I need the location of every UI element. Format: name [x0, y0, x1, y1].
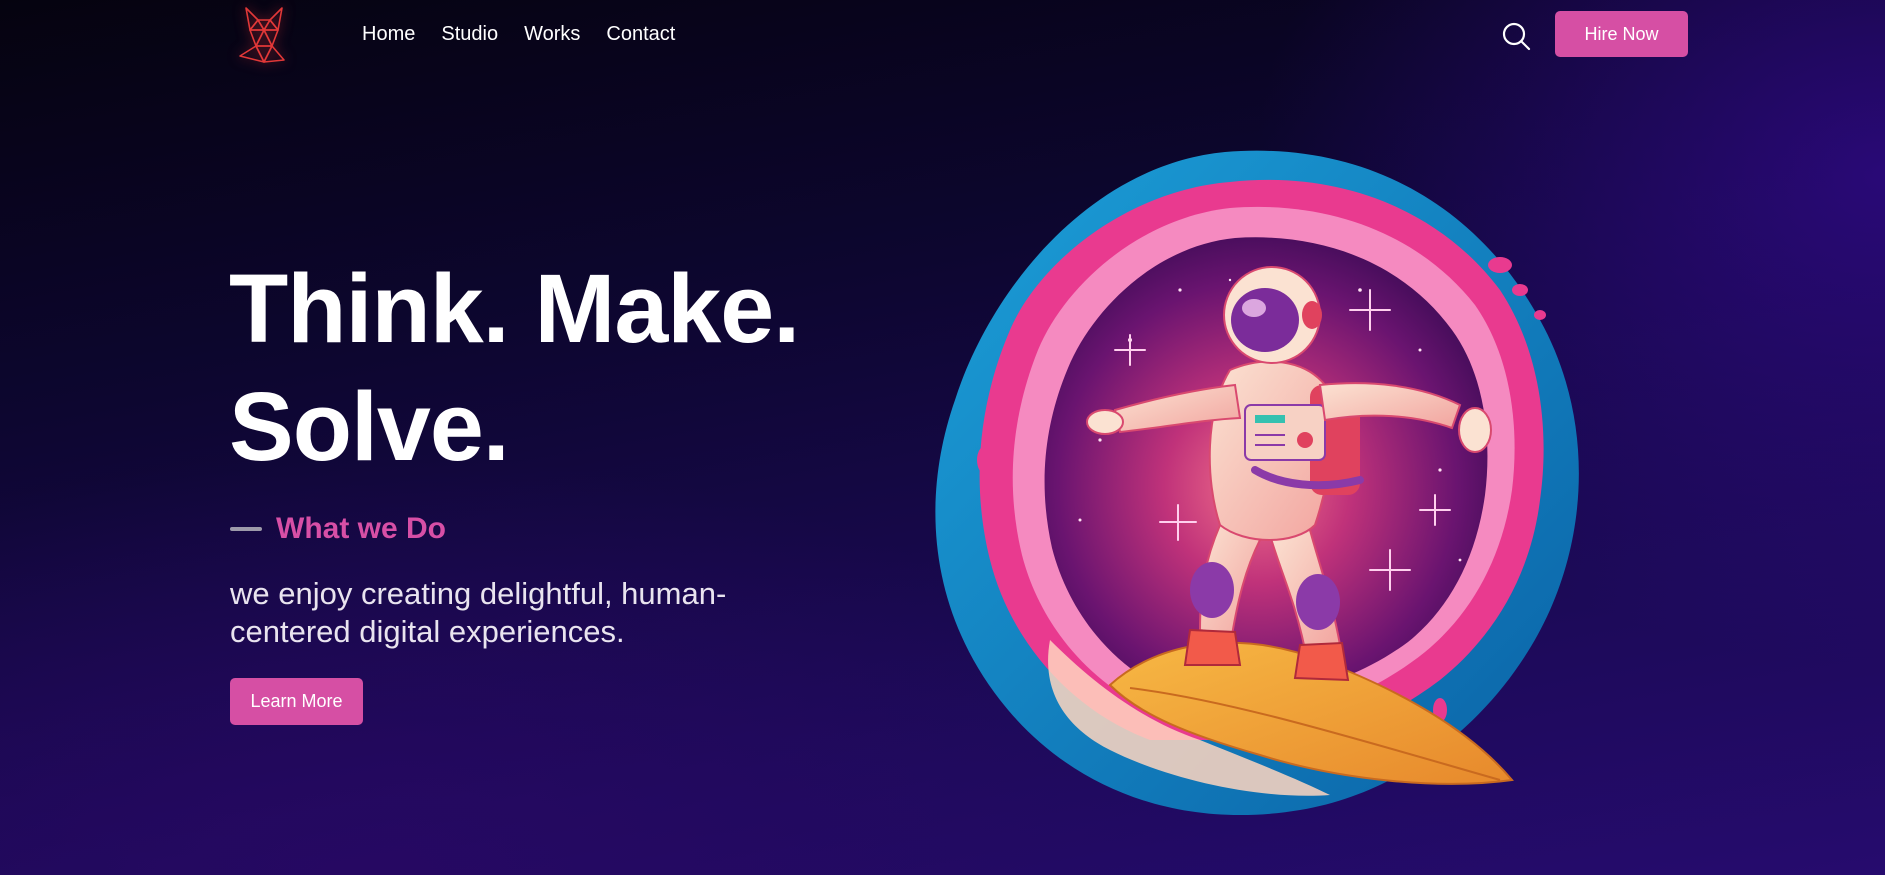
navbar: Home Studio Works Contact Hire Now — [0, 0, 1885, 70]
nav-contact[interactable]: Contact — [606, 21, 675, 47]
hire-now-button[interactable]: Hire Now — [1555, 11, 1688, 57]
hero-title: Think. Make. Solve. — [229, 250, 929, 486]
hero-title-line-1: Think. Make. — [229, 254, 800, 363]
fox-logo-icon[interactable] — [236, 4, 292, 64]
section-label: What we Do — [230, 512, 446, 546]
search-icon[interactable] — [1500, 20, 1532, 52]
nav-works[interactable]: Works — [524, 21, 580, 47]
astronaut-surfing-illustration — [935, 150, 1579, 816]
hero-description: we enjoy creating delightful, human-cent… — [230, 576, 727, 649]
nav-home[interactable]: Home — [362, 21, 415, 47]
main-nav: Home Studio Works Contact — [362, 21, 675, 47]
learn-more-button[interactable]: Learn More — [230, 678, 363, 725]
label-dash-divider — [230, 527, 262, 531]
nav-studio[interactable]: Studio — [441, 21, 498, 47]
hero-title-line-2: Solve. — [229, 372, 510, 481]
section-label-text: What we Do — [276, 512, 446, 545]
